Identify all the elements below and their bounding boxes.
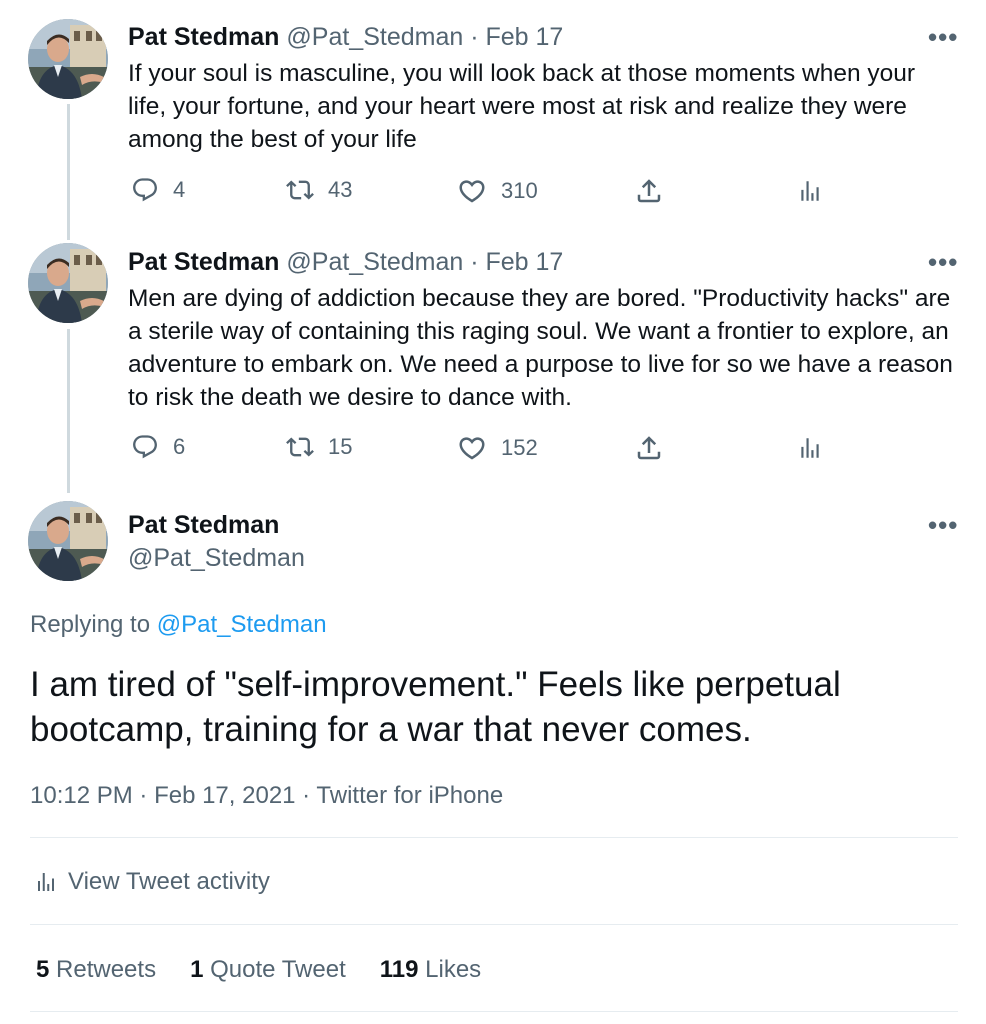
divider [30, 837, 958, 838]
engagement-stats: 5 Retweets 1 Quote Tweet 119 Likes [36, 956, 481, 984]
share-icon [634, 433, 664, 463]
tweet-text: If your soul is masculine, you will look… [128, 60, 916, 153]
analytics-icon [34, 869, 58, 895]
like-button[interactable]: 152 [457, 433, 538, 463]
thread-line-2 [67, 329, 70, 493]
replying-to-label: Replying to [30, 611, 157, 638]
heart-icon [457, 433, 487, 463]
reply-button[interactable]: 6 [131, 433, 185, 461]
date-separator: · [463, 248, 486, 276]
retweet-icon [286, 176, 314, 204]
tweet-full-date[interactable]: Feb 17, 2021 [154, 782, 295, 809]
analytics-icon [797, 178, 823, 204]
tweet-date[interactable]: Feb 17 [485, 23, 563, 51]
meta-separator: · [295, 782, 317, 809]
share-icon [634, 176, 664, 206]
author-name[interactable]: Pat Stedman [128, 248, 279, 276]
retweet-icon [286, 433, 314, 461]
author-name[interactable]: Pat Stedman [128, 511, 279, 540]
author-handle[interactable]: @Pat_Stedman [128, 544, 305, 573]
analytics-button[interactable] [797, 435, 837, 461]
likes-label: Likes [425, 956, 482, 983]
profile-photo [28, 243, 108, 323]
reply-count: 6 [173, 434, 186, 459]
more-options-button[interactable]: ••• [928, 22, 958, 53]
likes-count: 119 [379, 956, 419, 983]
more-options-button[interactable]: ••• [928, 510, 958, 541]
tweet-metadata: 10:12 PM · Feb 17, 2021 · Twitter for iP… [30, 782, 503, 810]
profile-photo [28, 19, 108, 99]
retweet-button[interactable]: 43 [286, 176, 352, 204]
more-options-button[interactable]: ••• [928, 247, 958, 278]
reply-button[interactable]: 4 [131, 176, 185, 204]
avatar[interactable] [28, 243, 108, 323]
reply-icon [131, 176, 159, 204]
heart-icon [457, 176, 487, 206]
main-tweet-text: I am tired of "self-improvement." Feels … [30, 665, 841, 749]
replying-to-handle[interactable]: @Pat_Stedman [157, 611, 327, 638]
retweet-button[interactable]: 15 [286, 433, 352, 461]
meta-separator: · [132, 782, 155, 809]
replying-to: Replying to @Pat_Stedman [30, 611, 327, 639]
retweet-count: 43 [328, 177, 353, 202]
tweet-date[interactable]: Feb 17 [485, 248, 563, 276]
retweets-count: 5 [36, 956, 50, 983]
tweet-1-header: Pat Stedman @Pat_Stedman · Feb 17 [128, 23, 563, 52]
author-name[interactable]: Pat Stedman [128, 23, 279, 51]
like-count: 152 [501, 435, 538, 460]
share-button[interactable] [634, 433, 678, 463]
author-handle[interactable]: @Pat_Stedman [279, 23, 463, 51]
retweets-stat[interactable]: 5 Retweets [36, 956, 156, 983]
date-separator: · [463, 23, 486, 51]
retweet-count: 15 [328, 434, 353, 459]
tweet-time[interactable]: 10:12 PM [30, 782, 133, 809]
analytics-button[interactable] [797, 178, 837, 204]
view-tweet-activity-label: View Tweet activity [68, 868, 270, 895]
tweet-2-header: Pat Stedman @Pat_Stedman · Feb 17 [128, 248, 563, 277]
author-handle[interactable]: @Pat_Stedman [279, 248, 463, 276]
tweet-text: Men are dying of addiction because they … [128, 285, 953, 411]
analytics-icon [797, 435, 823, 461]
like-button[interactable]: 310 [457, 176, 538, 206]
share-button[interactable] [634, 176, 678, 206]
reply-icon [131, 433, 159, 461]
divider [30, 1011, 958, 1012]
profile-photo [28, 501, 108, 581]
quote-tweets-count: 1 [190, 956, 204, 983]
divider [30, 924, 958, 925]
like-count: 310 [501, 178, 538, 203]
tweet-source[interactable]: Twitter for iPhone [316, 782, 503, 809]
view-tweet-activity-button[interactable]: View Tweet activity [34, 868, 270, 896]
quote-tweets-stat[interactable]: 1 Quote Tweet [190, 956, 346, 983]
likes-stat[interactable]: 119 Likes [380, 956, 481, 983]
retweets-label: Retweets [56, 956, 157, 983]
reply-count: 4 [173, 177, 186, 202]
quote-tweets-label: Quote Tweet [210, 956, 346, 983]
avatar[interactable] [28, 501, 108, 581]
thread-line-1 [67, 104, 70, 240]
avatar[interactable] [28, 19, 108, 99]
